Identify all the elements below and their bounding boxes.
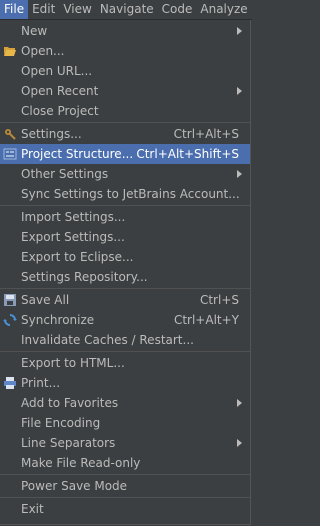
save-icon bbox=[3, 293, 17, 307]
menu-item-label: Settings Repository... bbox=[21, 270, 148, 284]
menu-item-label: Export to Eclipse... bbox=[21, 250, 134, 264]
menu-item-label: Print... bbox=[21, 376, 61, 390]
menu-item-label: Open... bbox=[21, 44, 65, 58]
menu-item-label: Make File Read-only bbox=[21, 456, 141, 470]
submenu-arrow-icon bbox=[237, 170, 242, 178]
menu-item-close-project[interactable]: Close Project bbox=[0, 101, 250, 121]
menu-item-open-url[interactable]: Open URL... bbox=[0, 61, 250, 81]
menu-item-label: Save All bbox=[21, 293, 70, 307]
submenu-arrow-icon bbox=[237, 87, 242, 95]
menu-item-label: Sync Settings to JetBrains Account... bbox=[21, 187, 240, 201]
menubar-edit[interactable]: Edit bbox=[28, 0, 59, 19]
menu-item-export-to-eclipse[interactable]: Export to Eclipse... bbox=[0, 247, 250, 267]
separator-line bbox=[0, 351, 250, 352]
menu-item-label: Import Settings... bbox=[21, 210, 126, 224]
menu-item-open-recent[interactable]: Open Recent bbox=[0, 81, 250, 101]
menu-item-label: New bbox=[21, 24, 48, 38]
menu-item-settings[interactable]: Settings... Ctrl+Alt+S bbox=[0, 124, 250, 144]
print-icon bbox=[3, 376, 17, 390]
menu-item-label: Open URL... bbox=[21, 64, 93, 78]
separator-line bbox=[0, 497, 250, 498]
menu-item-label: Add to Favorites bbox=[21, 396, 119, 410]
menu-item-label: Exit bbox=[21, 502, 44, 516]
separator-line bbox=[0, 288, 250, 289]
file-menu-dropdown: New Open... Open URL... Open Recent Close Pr… bbox=[0, 20, 251, 525]
menu-item-other-settings[interactable]: Other Settings bbox=[0, 164, 250, 184]
submenu-arrow-icon bbox=[237, 27, 242, 35]
menu-item-label: Settings... bbox=[21, 127, 82, 141]
shortcut-hint: Ctrl+Alt+Shift+S bbox=[136, 147, 239, 161]
menu-item-export-settings[interactable]: Export Settings... bbox=[0, 227, 250, 247]
menu-item-label: Synchronize bbox=[21, 313, 95, 327]
menu-item-exit[interactable]: Exit bbox=[0, 499, 250, 519]
menu-item-open[interactable]: Open... bbox=[0, 41, 250, 61]
project-structure-icon bbox=[3, 147, 17, 161]
menubar-code[interactable]: Code bbox=[158, 0, 197, 19]
menu-item-project-structure[interactable]: Project Structure... Ctrl+Alt+Shift+S bbox=[0, 144, 250, 164]
separator-line bbox=[0, 474, 250, 475]
submenu-arrow-icon bbox=[237, 439, 242, 447]
menu-item-power-save-mode[interactable]: Power Save Mode bbox=[0, 476, 250, 496]
menu-item-export-to-html[interactable]: Export to HTML... bbox=[0, 353, 250, 373]
menu-item-settings-repository[interactable]: Settings Repository... bbox=[0, 267, 250, 287]
menu-item-synchronize[interactable]: Synchronize Ctrl+Alt+Y bbox=[0, 310, 250, 330]
settings-wrench-icon bbox=[3, 127, 17, 141]
synchronize-icon bbox=[3, 313, 17, 327]
menu-item-label: Other Settings bbox=[21, 167, 109, 181]
separator-line bbox=[0, 122, 250, 123]
shortcut-hint: Ctrl+Alt+Y bbox=[173, 313, 239, 327]
menubar-navigate[interactable]: Navigate bbox=[96, 0, 158, 19]
submenu-arrow-icon bbox=[237, 399, 242, 407]
menu-item-invalidate-caches-restart[interactable]: Invalidate Caches / Restart... bbox=[0, 330, 250, 350]
menubar-view[interactable]: View bbox=[59, 0, 95, 19]
menu-item-label: File Encoding bbox=[21, 416, 101, 430]
shortcut-hint: Ctrl+Alt+S bbox=[173, 127, 239, 141]
menu-item-label: Close Project bbox=[21, 104, 99, 118]
menu-item-line-separators[interactable]: Line Separators bbox=[0, 433, 250, 453]
open-folder-icon bbox=[3, 44, 17, 58]
menubar-analyze[interactable]: Analyze bbox=[196, 0, 251, 19]
menu-item-label: Export Settings... bbox=[21, 230, 125, 244]
menu-item-label: Power Save Mode bbox=[21, 479, 128, 493]
menu-item-label: Export to HTML... bbox=[21, 356, 125, 370]
menu-item-label: Invalidate Caches / Restart... bbox=[21, 333, 194, 347]
menu-item-new[interactable]: New bbox=[0, 21, 250, 41]
menu-item-save-all[interactable]: Save All Ctrl+S bbox=[0, 290, 250, 310]
menu-item-make-file-read-only[interactable]: Make File Read-only bbox=[0, 453, 250, 473]
menu-item-add-to-favorites[interactable]: Add to Favorites bbox=[0, 393, 250, 413]
menu-item-print[interactable]: Print... bbox=[0, 373, 250, 393]
menubar-file[interactable]: File bbox=[0, 0, 29, 19]
menu-item-label: Open Recent bbox=[21, 84, 99, 98]
menu-item-sync-settings-to-jetbrains-account[interactable]: Sync Settings to JetBrains Account... bbox=[0, 184, 250, 204]
menu-item-label: Project Structure... bbox=[21, 147, 134, 161]
shortcut-hint: Ctrl+S bbox=[199, 293, 239, 307]
menu-item-label: Line Separators bbox=[21, 436, 116, 450]
menu-item-import-settings[interactable]: Import Settings... bbox=[0, 207, 250, 227]
separator-line bbox=[0, 205, 250, 206]
menu-item-file-encoding[interactable]: File Encoding bbox=[0, 413, 250, 433]
menu-bar: File Edit View Navigate Code Analyze bbox=[0, 0, 252, 20]
